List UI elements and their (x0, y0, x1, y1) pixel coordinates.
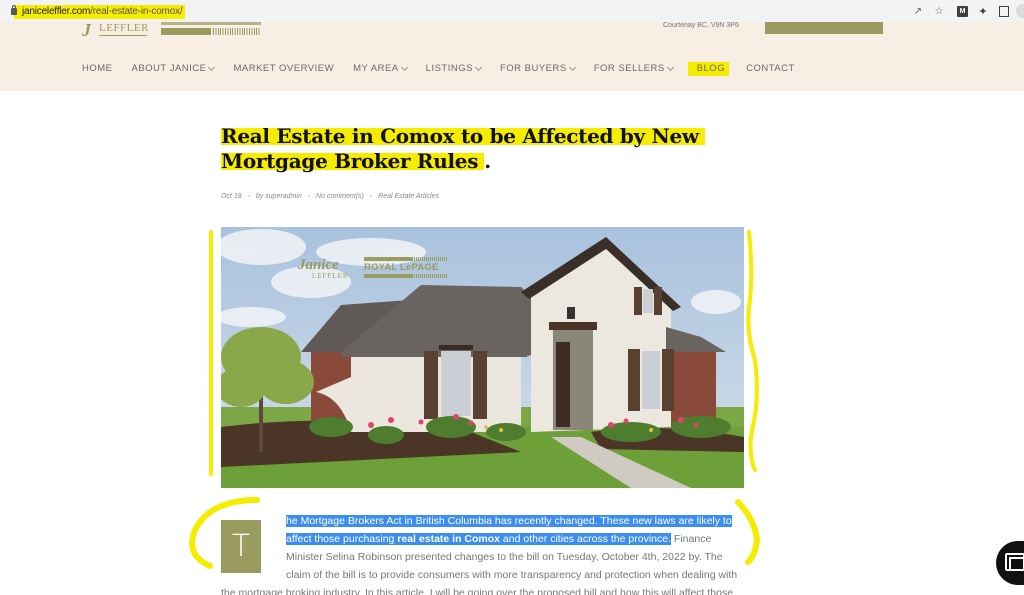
annotation-right-squiggle (746, 230, 759, 472)
body-line-5: the mortgage broking industry. In this a… (221, 587, 734, 595)
body-line-4: claim of the bill is to provide consumer… (286, 569, 738, 581)
body-line-2: affect those purchasing real estate in C… (286, 530, 711, 548)
dropcap-letter: T (221, 520, 261, 573)
body-line-3: Minister Selina Robinson presented chang… (286, 551, 723, 563)
yellow-annotation-marks (189, 230, 761, 569)
annotation-right-arc (735, 499, 761, 565)
selected-text: he Mortgage Brokers Act in British Colum… (286, 515, 732, 527)
body-text-segment: Finance (671, 533, 712, 545)
widget-frame-icon (1005, 553, 1024, 571)
body-text-segment: and other cities across the province. (500, 533, 672, 545)
body-text-segment: affect those purchasing (286, 533, 398, 545)
selected-text: affect those purchasing real estate in C… (286, 533, 672, 545)
body-line-1: he Mortgage Brokers Act in British Colum… (286, 512, 732, 530)
keyword-link-real-estate-in-comox[interactable]: real estate in Comox (397, 533, 500, 545)
